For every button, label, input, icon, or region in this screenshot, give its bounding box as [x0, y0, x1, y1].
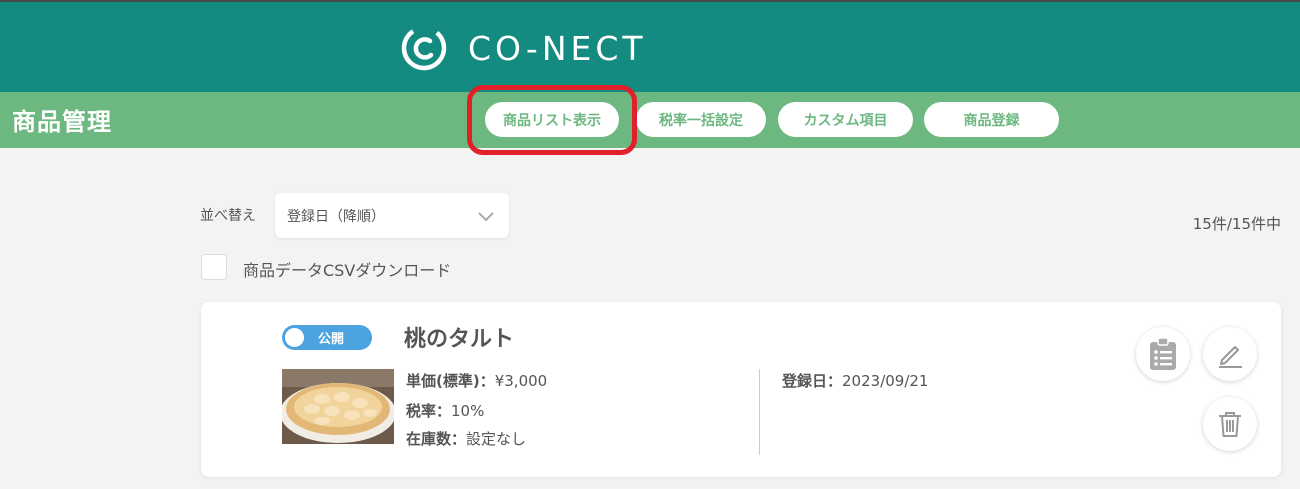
tab-custom-fields[interactable]: カスタム項目: [778, 102, 913, 137]
price-label: 単価(標準)：: [406, 372, 495, 390]
tab-product-list[interactable]: 商品リスト表示: [485, 102, 619, 137]
toggle-knob: [285, 328, 304, 347]
conect-logo-icon: [401, 25, 447, 71]
brand-name: CO-NECT: [468, 28, 647, 68]
chevron-down-icon: [478, 212, 494, 222]
app-header: CO-NECT: [0, 0, 1300, 92]
edit-button[interactable]: [1203, 327, 1257, 381]
sub-header: 商品管理 商品リスト表示 税率一括設定 カスタム項目 商品登録: [0, 85, 1300, 155]
delete-button[interactable]: [1203, 397, 1257, 451]
publish-toggle[interactable]: 公開: [282, 325, 372, 350]
product-name[interactable]: 桃のタルト: [404, 321, 514, 353]
stock-value: 設定なし: [466, 430, 527, 448]
sort-selected-value: 登録日（降順）: [287, 208, 385, 225]
tab-product-register[interactable]: 商品登録: [924, 102, 1059, 137]
trash-icon: [1219, 412, 1241, 437]
product-card: 公開 桃のタルト 単価(標準)：¥3,000 税率：10% 在庫数：設定なし 登…: [201, 302, 1281, 477]
result-count: 15件/15件中: [1192, 215, 1281, 233]
date-value: 2023/09/21: [842, 372, 929, 390]
tax-label: 税率：: [406, 402, 452, 420]
tax-row: 税率：10%: [406, 400, 484, 421]
stock-row: 在庫数：設定なし: [406, 428, 526, 449]
price-value: ¥3,000: [494, 372, 548, 390]
publish-status: 公開: [318, 332, 345, 347]
clipboard-icon: [1150, 337, 1176, 370]
csv-download-label[interactable]: 商品データCSVダウンロード: [243, 257, 451, 281]
card-divider: [759, 369, 760, 455]
brand-logo[interactable]: CO-NECT: [400, 24, 647, 72]
sort-label: 並べ替え: [200, 208, 256, 224]
price-row: 単価(標準)：¥3,000: [406, 370, 547, 391]
sort-dropdown[interactable]: 登録日（降順）: [275, 193, 509, 238]
details-button[interactable]: [1136, 327, 1190, 381]
date-label: 登録日：: [782, 372, 843, 390]
tab-bulk-tax[interactable]: 税率一括設定: [636, 102, 766, 137]
page-title: 商品管理: [12, 108, 112, 136]
tax-value: 10%: [451, 402, 485, 420]
stock-label: 在庫数：: [406, 430, 467, 448]
product-image: [282, 369, 394, 444]
edit-icon: [1219, 346, 1242, 368]
csv-download-checkbox[interactable]: [201, 254, 227, 280]
date-row: 登録日：2023/09/21: [782, 370, 928, 391]
